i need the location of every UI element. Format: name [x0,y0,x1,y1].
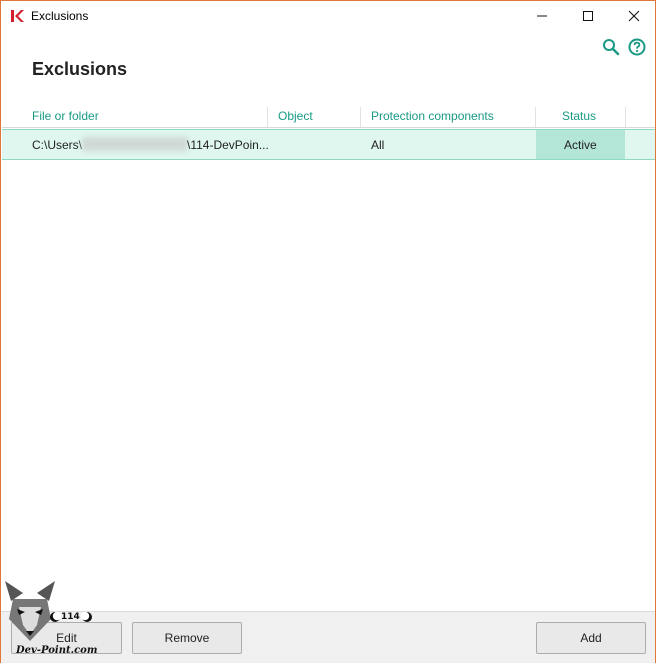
close-icon [628,10,640,22]
components-cell: All [371,138,385,152]
table-row[interactable]: C:\Users\ \114-DevPoin... All Active [2,129,655,160]
column-header-object[interactable]: Object [278,109,313,123]
close-button[interactable] [611,1,656,31]
window-title: Exclusions [31,9,89,23]
status-cell: Active [536,130,625,159]
watermark-number: 114 [61,612,80,622]
table-header: File or folder Object Protection compone… [2,105,655,128]
minimize-icon [537,15,547,17]
kaspersky-logo-icon [11,10,24,22]
maximize-button[interactable] [565,1,611,31]
crescent-icon [81,611,92,622]
page-title: Exclusions [32,59,128,79]
redacted-username [82,137,188,151]
title-bar: Exclusions [1,1,655,31]
crescent-icon [50,611,61,622]
search-icon[interactable] [602,38,620,56]
column-header-protection[interactable]: Protection components [371,109,494,123]
watermark-site: Dev-Point.com [16,645,98,656]
file-path-suffix: \114-DevPoin... [187,138,269,152]
file-path-prefix: C:\Users\ [32,138,83,152]
column-header-file[interactable]: File or folder [32,109,99,123]
column-divider[interactable] [360,107,361,127]
watermark-logo: 114 Dev-Point.com [3,579,105,659]
help-icon[interactable] [628,38,646,56]
remove-button[interactable]: Remove [132,622,242,654]
column-divider[interactable] [535,107,536,127]
column-header-status[interactable]: Status [562,109,596,123]
add-button[interactable]: Add [536,622,646,654]
column-divider[interactable] [267,107,268,127]
exclusions-window: Exclusions Exclusions File or folder Obj… [0,0,656,663]
status-text: Active [564,138,597,152]
maximize-icon [583,11,593,21]
minimize-button[interactable] [519,1,565,31]
column-divider[interactable] [625,107,626,127]
